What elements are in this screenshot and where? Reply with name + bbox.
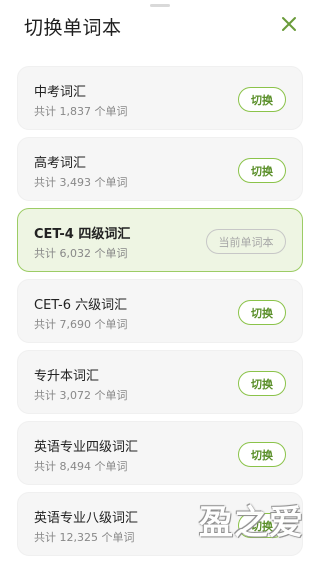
wordbook-word-count: 共计 3,072 个单词 [34,389,128,402]
wordbook-card: 专升本词汇 共计 3,072 个单词 切换 [17,350,303,414]
wordbook-name: 高考词汇 [34,156,87,171]
wordbook-card: 高考词汇 共计 3,493 个单词 切换 [17,137,303,201]
current-wordbook-badge: 当前单词本 [206,229,286,254]
wordbook-name: CET-4 四级词汇 [34,227,131,242]
sheet-header: 切换单词本 [0,0,320,50]
wordbook-card: CET-6 六级词汇 共计 7,690 个单词 切换 [17,279,303,343]
wordbook-card: 中考词汇 共计 1,837 个单词 切换 [17,66,303,130]
watermark-logo: 盈之爱 [199,503,304,543]
bottom-sheet: 切换单词本 中考词汇 共计 1,837 个单词 切换 高考词汇 共计 3,493… [0,0,320,568]
switch-button[interactable]: 切换 [238,300,286,325]
wordbook-name: CET-6 六级词汇 [34,298,128,313]
switch-button[interactable]: 切换 [238,442,286,467]
wordbook-card: 英语专业四级词汇 共计 8,494 个单词 切换 [17,421,303,485]
switch-button[interactable]: 切换 [238,158,286,183]
wordbook-list: 中考词汇 共计 1,837 个单词 切换 高考词汇 共计 3,493 个单词 切… [17,66,303,563]
wordbook-word-count: 共计 1,837 个单词 [34,105,128,118]
switch-button[interactable]: 切换 [238,87,286,112]
wordbook-word-count: 共计 3,493 个单词 [34,176,128,189]
wordbook-word-count: 共计 6,032 个单词 [34,247,128,260]
wordbook-name: 专升本词汇 [34,369,100,384]
wordbook-word-count: 共计 7,690 个单词 [34,318,128,331]
wordbook-name: 中考词汇 [34,85,87,100]
wordbook-name: 英语专业四级词汇 [34,440,139,455]
page-title: 切换单词本 [24,17,122,39]
wordbook-name: 英语专业八级词汇 [34,511,139,526]
close-icon[interactable] [278,13,300,35]
switch-button[interactable]: 切换 [238,371,286,396]
wordbook-word-count: 共计 8,494 个单词 [34,460,128,473]
wordbook-card-current: CET-4 四级词汇 共计 6,032 个单词 当前单词本 [17,208,303,272]
wordbook-word-count: 共计 12,325 个单词 [34,531,135,544]
